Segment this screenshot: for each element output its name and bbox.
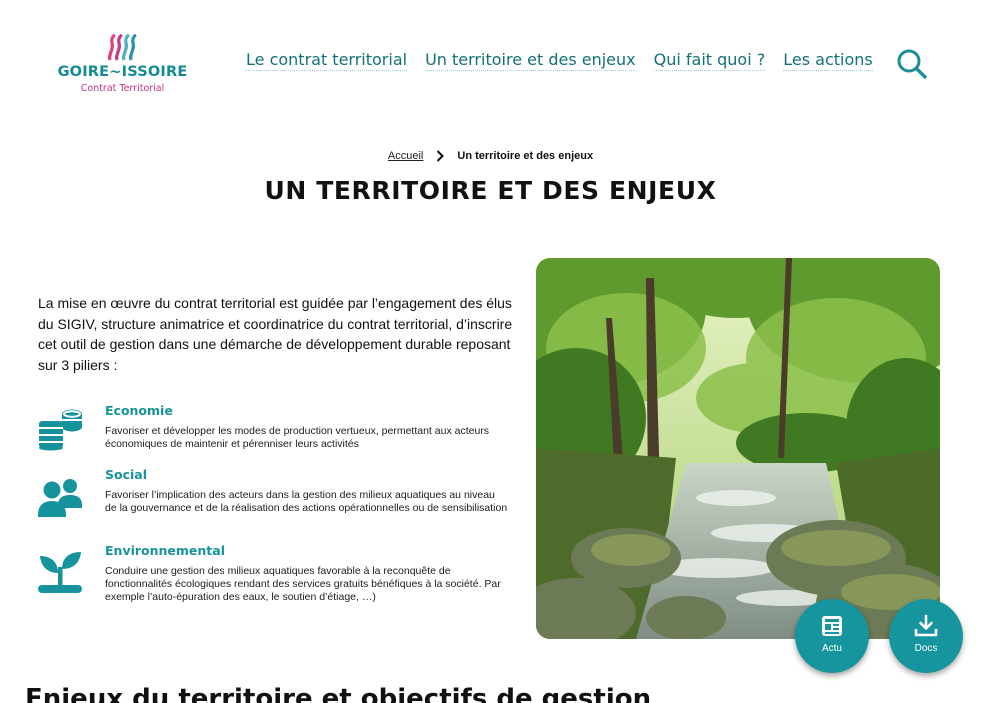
pillar-title: Economie: [105, 403, 173, 418]
news-button[interactable]: Actu: [795, 599, 869, 673]
news-button-label: Actu: [821, 643, 842, 654]
breadcrumb-current: Un territoire et des enjeux: [457, 150, 594, 162]
download-icon: [914, 614, 938, 637]
site-header: GOIRE~ISSOIRE Contrat Territorial Le con…: [0, 0, 981, 120]
pillar-description: Favoriser et développer les modes de pro…: [105, 425, 490, 450]
nav-item-contrat-territorial[interactable]: Le contrat territorial: [246, 50, 408, 71]
pillar-title: Social: [105, 467, 148, 482]
newspaper-icon: [822, 616, 842, 636]
page-title: UN TERRITOIRE ET DES ENJEUX: [264, 176, 717, 205]
pillar-social: Social Favoriser l’implication des acteu…: [38, 467, 508, 527]
seedling-icon: [38, 552, 82, 593]
river-forest-image: [536, 258, 940, 639]
people-icon: [38, 479, 82, 517]
search-icon: [897, 49, 927, 79]
nav-item-qui-fait-quoi[interactable]: Qui fait quoi ?: [653, 50, 766, 71]
intro-paragraph: La mise en œuvre du contrat territorial …: [38, 295, 513, 373]
section-title: Enjeux du territoire et objectifs de ges…: [25, 684, 652, 703]
logo-subtitle: Contrat Territorial: [80, 83, 165, 94]
nav-item-territoire-enjeux[interactable]: Un territoire et des enjeux: [425, 50, 636, 71]
main-nav: Le contrat territorial Un territoire et …: [246, 50, 873, 71]
pillar-environnemental: Environnemental Conduire une gestion des…: [38, 543, 508, 605]
pillar-description: Favoriser l’implication des acteurs dans…: [105, 489, 508, 514]
docs-button[interactable]: Docs: [889, 599, 963, 673]
pillar-description: Conduire une gestion des milieux aquatiq…: [105, 565, 501, 603]
chevron-right-icon: [437, 150, 445, 162]
breadcrumb: Accueil Un territoire et des enjeux: [0, 150, 981, 162]
nav-item-les-actions[interactable]: Les actions: [783, 50, 873, 71]
logo-title: GOIRE~ISSOIRE: [57, 64, 188, 80]
river-forest-photo: [536, 258, 940, 639]
docs-button-label: Docs: [914, 643, 938, 654]
pillar-title: Environnemental: [105, 543, 225, 558]
waves-logo-icon: [107, 34, 137, 61]
pillar-economie: Economie Favoriser et développer les mod…: [38, 403, 508, 455]
search-button[interactable]: [896, 48, 928, 80]
coins-icon: [39, 409, 82, 451]
breadcrumb-home-link[interactable]: Accueil: [388, 150, 423, 162]
site-logo[interactable]: GOIRE~ISSOIRE Contrat Territorial: [50, 34, 195, 96]
